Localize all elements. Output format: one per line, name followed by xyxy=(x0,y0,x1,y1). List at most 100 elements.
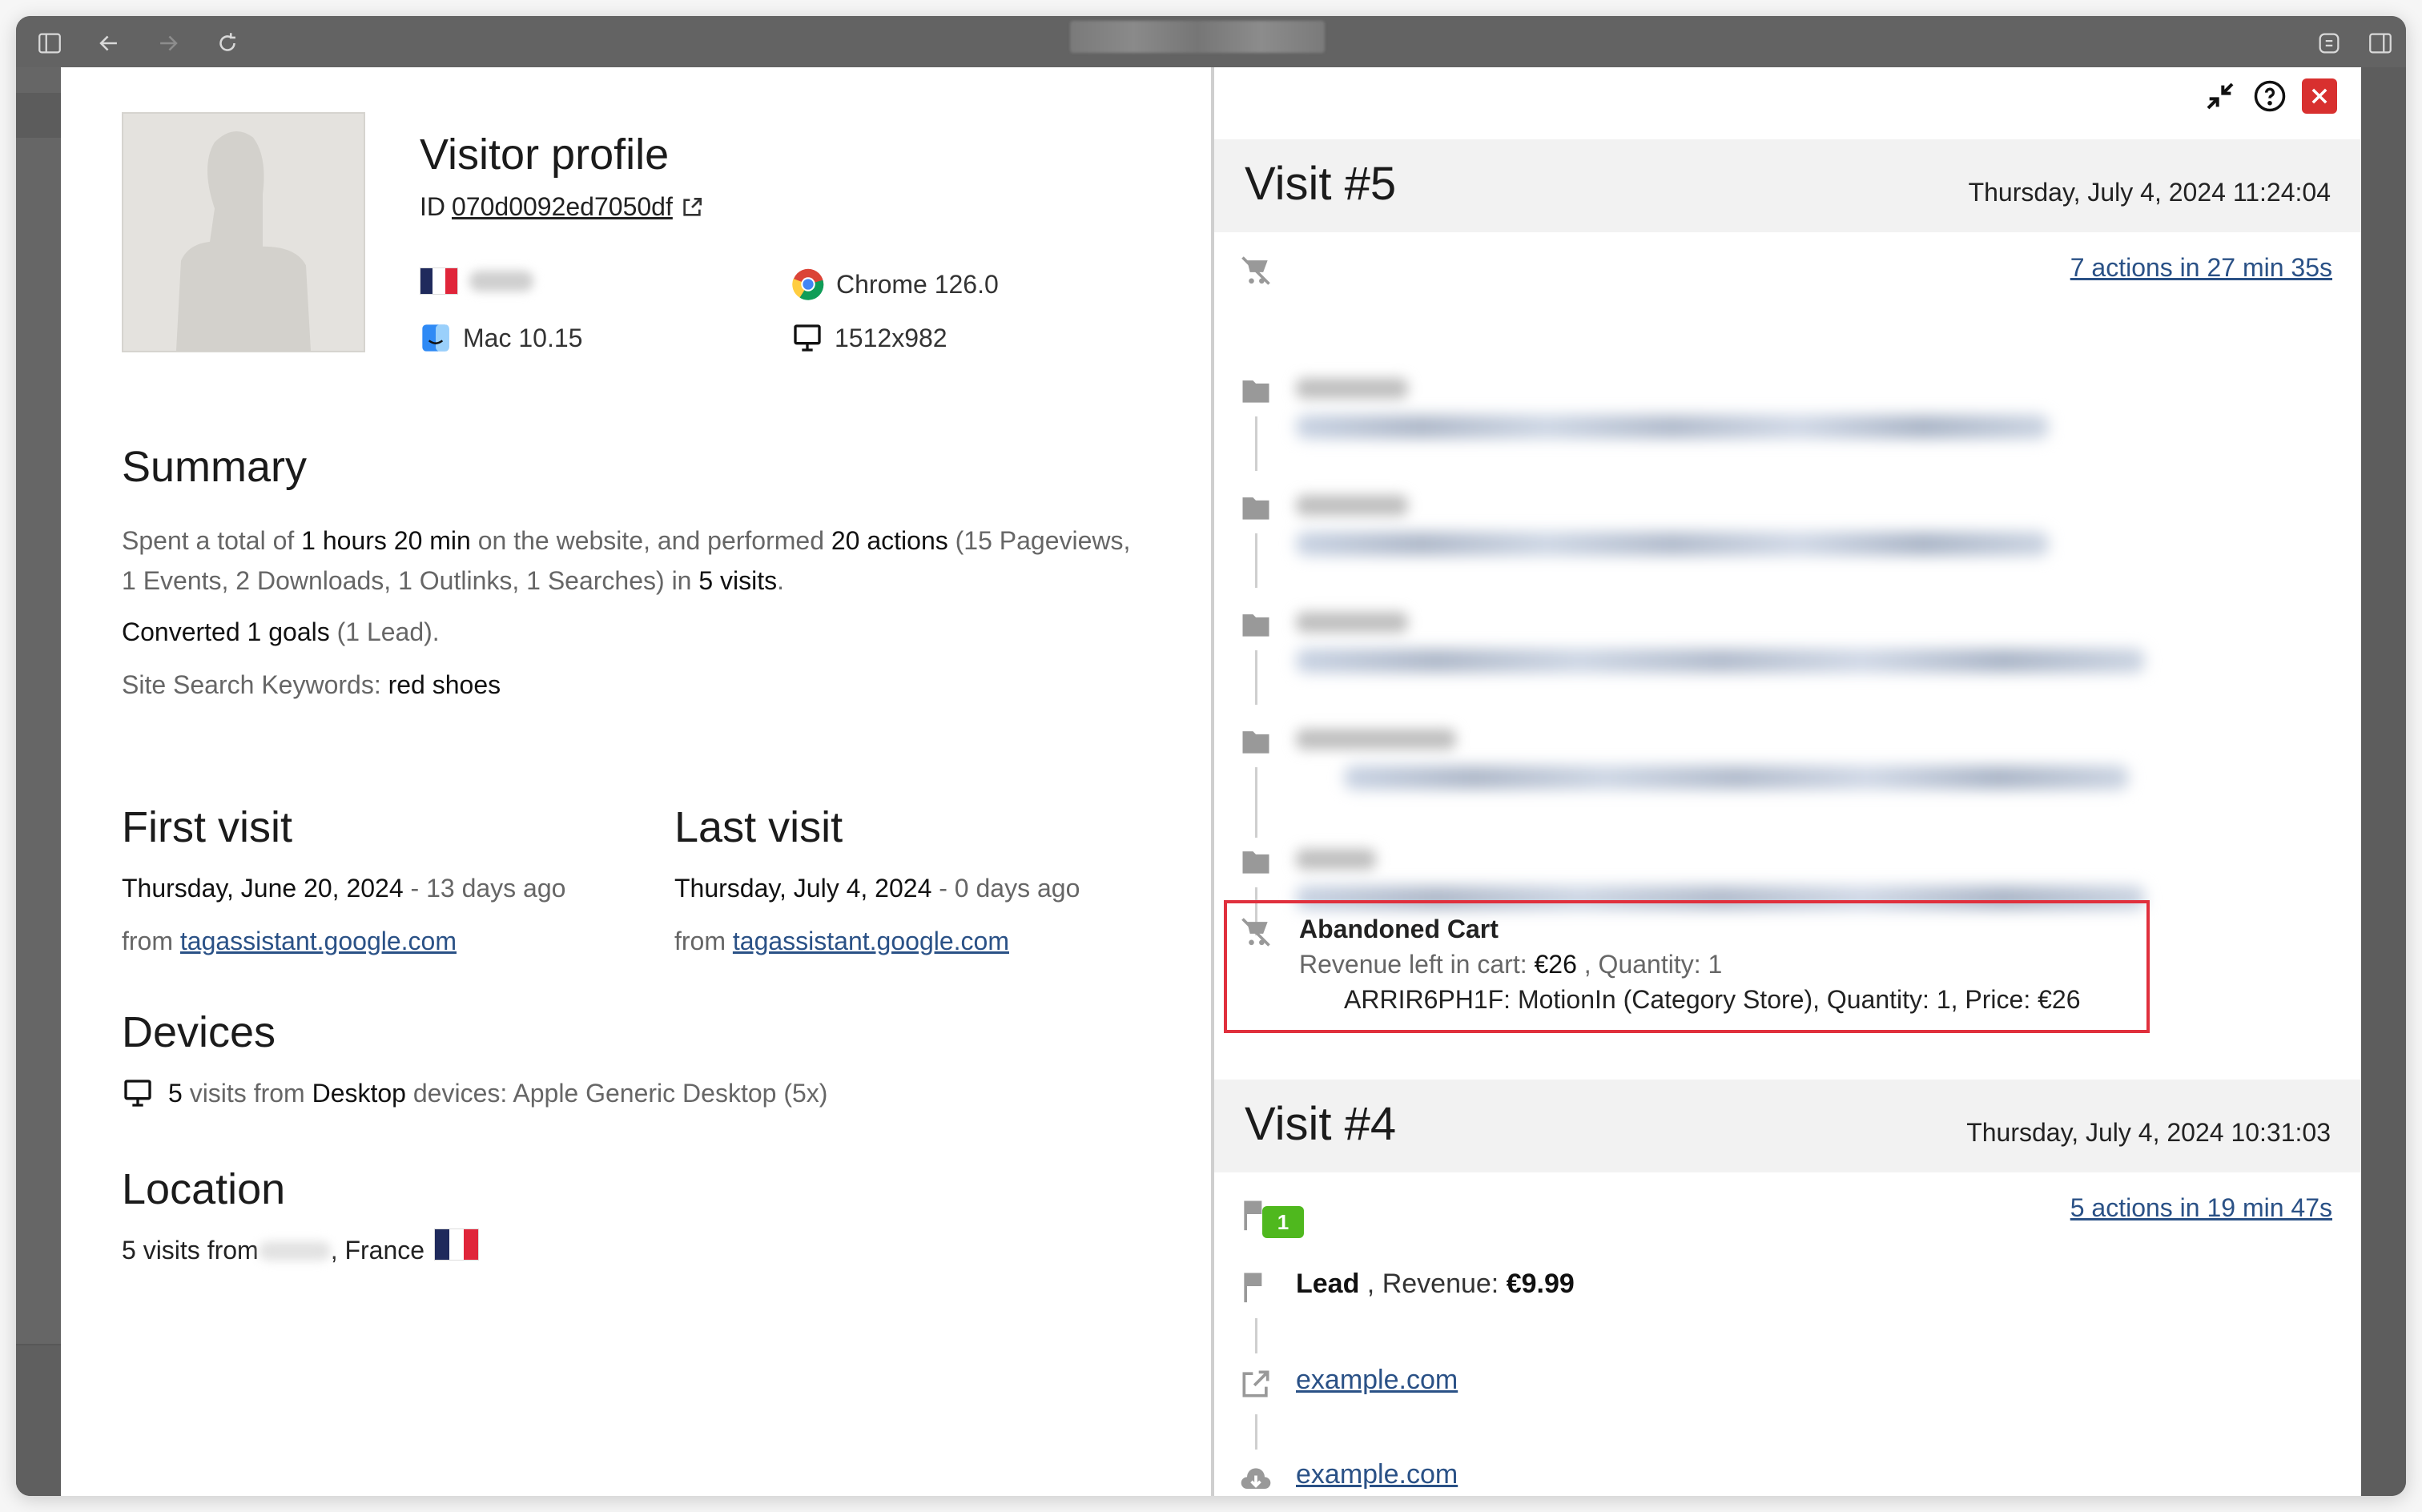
visits-panel: Visit #5 Thursday, July 4, 2024 11:24:04… xyxy=(1214,67,2361,1496)
visit-actions-link[interactable]: 5 actions in 19 min 47s xyxy=(2070,1193,2332,1223)
close-icon xyxy=(2311,88,2327,104)
minimize-button[interactable] xyxy=(2203,78,2238,114)
background-page-left xyxy=(16,67,61,1496)
location-heading: Location xyxy=(122,1165,286,1213)
timeline-line xyxy=(1255,533,1257,588)
address-bar[interactable] xyxy=(1070,21,1325,53)
split-view-icon[interactable] xyxy=(2364,27,2396,59)
goals-detail: (1 Lead). xyxy=(329,617,440,646)
first-visit-date-value: Thursday, June 20, 2024 xyxy=(122,874,404,903)
abandoned-cart-revenue: Revenue left in cart: €26 , Quantity: 1 xyxy=(1299,950,1722,979)
abandoned-cart-title: Abandoned Cart xyxy=(1299,915,1499,943)
revenue-value: €26 xyxy=(1534,950,1577,979)
location-country: , France xyxy=(330,1236,425,1265)
profile-panel: Visitor profile ID 070d0092ed7050df Mac … xyxy=(61,67,1211,1496)
dialog-tools xyxy=(2203,78,2337,114)
cart-quantity: , Quantity: 1 xyxy=(1576,950,1723,979)
visitor-profile-dialog: Visitor profile ID 070d0092ed7050df Mac … xyxy=(61,67,2361,1496)
reload-icon[interactable] xyxy=(211,27,243,59)
goal-flag-icon xyxy=(1244,1273,1262,1303)
background-page-right xyxy=(2361,67,2406,1496)
devices-text: visits from xyxy=(182,1079,312,1108)
visit-header: Visit #5 Thursday, July 4, 2024 11:24:04 xyxy=(1214,139,2361,232)
visit-title: Visit #5 xyxy=(1245,158,1397,210)
collapse-arrows-icon xyxy=(2207,82,2234,110)
visitor-id-link[interactable]: 070d0092ed7050df xyxy=(452,192,673,222)
revenue-label: Revenue left in cart: xyxy=(1299,950,1535,979)
finder-icon xyxy=(422,324,449,352)
help-icon xyxy=(2254,80,2286,112)
chrome-icon xyxy=(792,268,824,300)
folder-icon xyxy=(1242,497,1269,520)
last-visit-ago: - 0 days ago xyxy=(931,874,1080,903)
first-visit-referrer-link[interactable]: tagassistant.google.com xyxy=(180,927,457,955)
summary-heading: Summary xyxy=(122,443,308,491)
keywords-label: Site Search Keywords: xyxy=(122,670,388,699)
folder-icon xyxy=(1242,380,1269,403)
visit-datetime: Thursday, July 4, 2024 11:24:04 xyxy=(1968,178,2331,207)
timeline-line xyxy=(1255,1318,1257,1353)
device-type: Desktop xyxy=(312,1079,406,1108)
resolution-info: 1512x982 xyxy=(791,322,947,354)
visitor-id-label: ID xyxy=(420,192,445,221)
browser-toolbar xyxy=(16,16,2406,67)
abandoned-cart-icon xyxy=(1241,918,1270,947)
desktop-icon xyxy=(794,324,821,352)
france-flag-icon xyxy=(420,267,458,295)
pageview-blurred[interactable] xyxy=(1296,729,2129,790)
timeline-line xyxy=(1255,767,1257,838)
os-info: Mac 10.15 xyxy=(420,322,582,354)
summary-text-part: . xyxy=(777,566,785,595)
outlink-icon xyxy=(1242,1370,1269,1397)
summary-text-part: 1 Events, 2 Downloads, 1 Outlinks, 1 Sea… xyxy=(122,566,699,595)
pageview-blurred[interactable] xyxy=(1296,495,2049,556)
forward-icon[interactable] xyxy=(152,27,184,59)
summary-text: Spent a total of 1 hours 20 min on the w… xyxy=(122,521,1195,601)
help-button[interactable] xyxy=(2252,78,2287,114)
page-title: Visitor profile xyxy=(420,131,670,179)
last-visit-referrer-link[interactable]: tagassistant.google.com xyxy=(733,927,1009,955)
folder-icon xyxy=(1242,851,1269,874)
browser-name: Chrome 126.0 xyxy=(836,269,999,299)
last-visit-date-value: Thursday, July 4, 2024 xyxy=(674,874,932,903)
goal-name: Lead xyxy=(1296,1269,1360,1299)
visit-datetime: Thursday, July 4, 2024 10:31:03 xyxy=(1966,1118,2331,1147)
location-info: 5 visits from , France xyxy=(122,1228,480,1270)
close-button[interactable] xyxy=(2302,78,2337,114)
devices-detail: devices: Apple Generic Desktop (5x) xyxy=(405,1079,828,1108)
search-keywords: Site Search Keywords: red shoes xyxy=(122,665,501,705)
goal-revenue: €9.99 xyxy=(1506,1269,1575,1299)
browser-window: Visitor profile ID 070d0092ed7050df Mac … xyxy=(16,16,2406,1496)
first-visit-referrer: from tagassistant.google.com xyxy=(122,921,457,961)
sidebar-icon[interactable] xyxy=(34,27,66,59)
cart-item: ARRIR6PH1F: MotionIn (Category Store), Q… xyxy=(1344,985,2081,1014)
desktop-icon xyxy=(124,1080,151,1107)
timeline-line xyxy=(1255,416,1257,471)
devices-info: 5 visits from Desktop devices: Apple Gen… xyxy=(122,1073,827,1113)
external-link-icon[interactable] xyxy=(679,195,705,220)
total-time: 1 hours 20 min xyxy=(301,526,471,555)
visit-title: Visit #4 xyxy=(1245,1098,1397,1150)
last-visit-date: Thursday, July 4, 2024 - 0 days ago xyxy=(674,868,1080,908)
pageview-blurred[interactable] xyxy=(1296,612,2145,673)
total-actions: 20 actions xyxy=(831,526,948,555)
first-visit-heading: First visit xyxy=(122,803,292,851)
download-link[interactable]: example.com xyxy=(1296,1459,1458,1490)
total-visits: 5 visits xyxy=(698,566,778,595)
visit-header: Visit #4 Thursday, July 4, 2024 10:31:03 xyxy=(1214,1080,2361,1172)
back-icon[interactable] xyxy=(93,27,125,59)
country-info xyxy=(420,267,533,295)
devices-heading: Devices xyxy=(122,1008,276,1056)
pageview-blurred[interactable] xyxy=(1296,378,2049,439)
summary-text-part: on the website, and performed xyxy=(470,526,831,555)
summary-text-part: (15 Pageviews, xyxy=(947,526,1131,555)
visit-actions-link[interactable]: 7 actions in 27 min 35s xyxy=(2070,253,2332,283)
france-flag-icon xyxy=(434,1228,480,1261)
outlink[interactable]: example.com xyxy=(1296,1365,1458,1396)
first-visit-ago: - 13 days ago xyxy=(403,874,566,903)
extensions-icon[interactable] xyxy=(2313,27,2345,59)
abandoned-cart-highlight: Abandoned Cart Revenue left in cart: €26… xyxy=(1224,900,2150,1033)
last-visit-referrer: from tagassistant.google.com xyxy=(674,921,1009,961)
browser-info: Chrome 126.0 xyxy=(791,267,999,301)
goals-count: Converted 1 goals xyxy=(122,617,330,646)
